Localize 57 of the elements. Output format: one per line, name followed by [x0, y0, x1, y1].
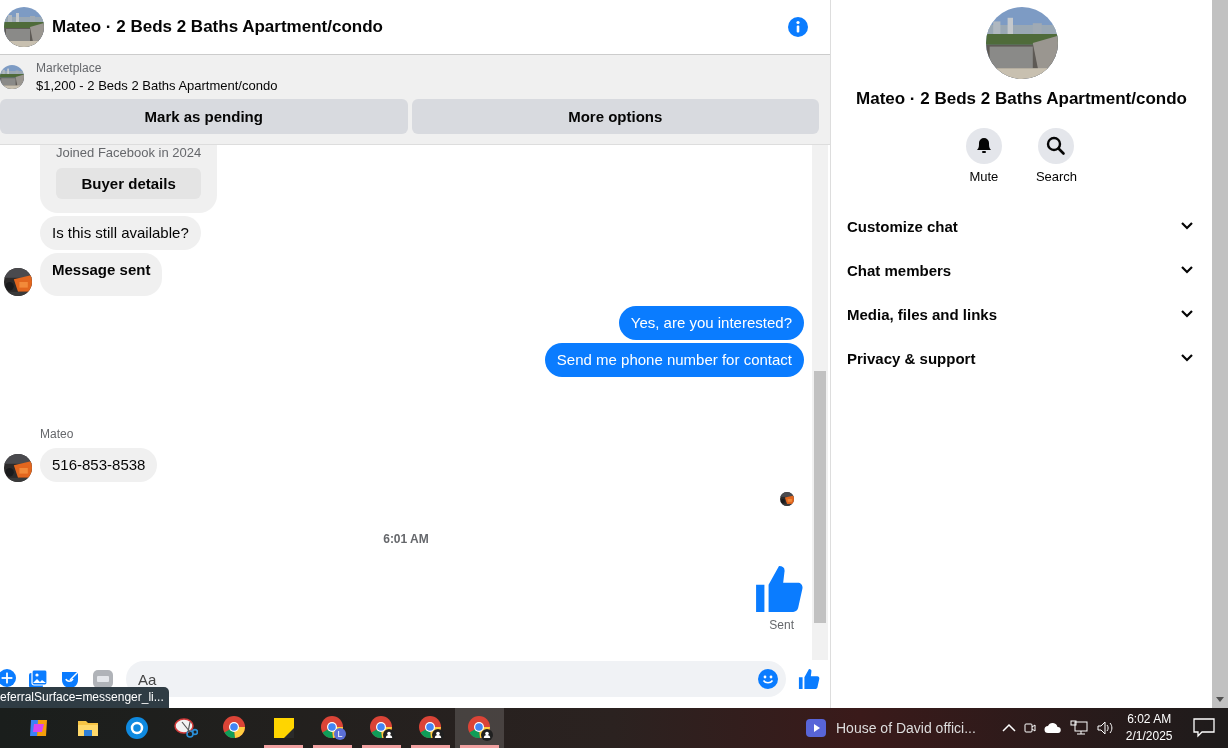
emoji-icon[interactable] [758, 669, 778, 689]
action-label: Mute [969, 169, 999, 184]
action-label: Search [1035, 169, 1078, 184]
note-icon[interactable] [271, 716, 296, 740]
scrollbar[interactable] [812, 145, 828, 660]
down-arrow-icon[interactable] [1216, 697, 1224, 702]
scissors-icon[interactable] [173, 716, 198, 740]
image-icon[interactable] [28, 669, 48, 689]
camera-icon[interactable] [1023, 720, 1036, 736]
buyer-details-button[interactable]: Buyer details [56, 168, 202, 199]
scrollbar[interactable] [1212, 0, 1228, 708]
sticker-icon[interactable] [60, 669, 80, 689]
action-button[interactable]: Mark as pending [0, 99, 408, 134]
chrome-icon[interactable] [417, 715, 444, 741]
message-bubble: 516-853-8538 [40, 448, 158, 482]
link-tooltip: eferralSurface=messenger_li... [0, 687, 169, 708]
media-title[interactable]: House of David offici... [836, 720, 976, 736]
section-row[interactable]: Privacy & support [831, 336, 1212, 380]
timestamp: 6:01 AM [383, 532, 429, 546]
cloud-icon[interactable] [1043, 722, 1062, 734]
section-label: Media, files and links [847, 305, 998, 323]
info-icon[interactable] [788, 17, 808, 37]
thumbs-up-icon[interactable] [798, 668, 820, 690]
message-status: Sent [769, 618, 795, 632]
chat-title: Mateo · 2 Beds 2 Baths Apartment/condo [52, 17, 384, 37]
gif-icon[interactable] [92, 669, 114, 689]
sender-name: Mateo [40, 427, 74, 441]
section-label: Customize chat [847, 217, 958, 235]
speaker-icon[interactable] [1095, 720, 1114, 736]
clock-date[interactable]: 2/1/2025 [1125, 728, 1173, 745]
plus-icon[interactable] [0, 669, 16, 687]
chrome-icon[interactable] [221, 715, 248, 741]
thumbs-up-icon [754, 564, 804, 614]
chrome-icon[interactable] [368, 715, 395, 741]
joined-text: Joined Facebook in 2024 [56, 145, 202, 160]
search-icon[interactable] [1038, 128, 1075, 164]
chrome-icon[interactable] [466, 715, 493, 741]
listing-source: Marketplace [36, 61, 103, 75]
message-bubble: Send me phone number for contact [544, 343, 804, 377]
message-bubble: Yes, are you interested? [618, 306, 804, 340]
section-row[interactable]: Chat members [831, 248, 1212, 292]
message-bubble: Is this still available? [40, 216, 201, 250]
chevron-up-icon[interactable] [1001, 723, 1016, 733]
network-icon[interactable] [1069, 720, 1088, 736]
play-icon[interactable] [806, 719, 826, 737]
bell-icon[interactable] [965, 128, 1002, 164]
section-label: Privacy & support [847, 349, 976, 367]
message-bubble: Message sent [40, 253, 163, 296]
action-button[interactable]: More options [411, 99, 819, 134]
notification-icon[interactable] [1192, 718, 1215, 738]
clock-time[interactable]: 6:02 AM [1127, 711, 1172, 728]
chat-title: Mateo · 2 Beds 2 Baths Apartment/condo [855, 89, 1188, 109]
section-row[interactable]: Customize chat [831, 204, 1212, 248]
listing-title: $1,200 - 2 Beds 2 Baths Apartment/condo [36, 78, 278, 93]
section-row[interactable]: Media, files and links [831, 292, 1212, 336]
section-label: Chat members [847, 261, 952, 279]
profile-initial: L [334, 728, 346, 740]
